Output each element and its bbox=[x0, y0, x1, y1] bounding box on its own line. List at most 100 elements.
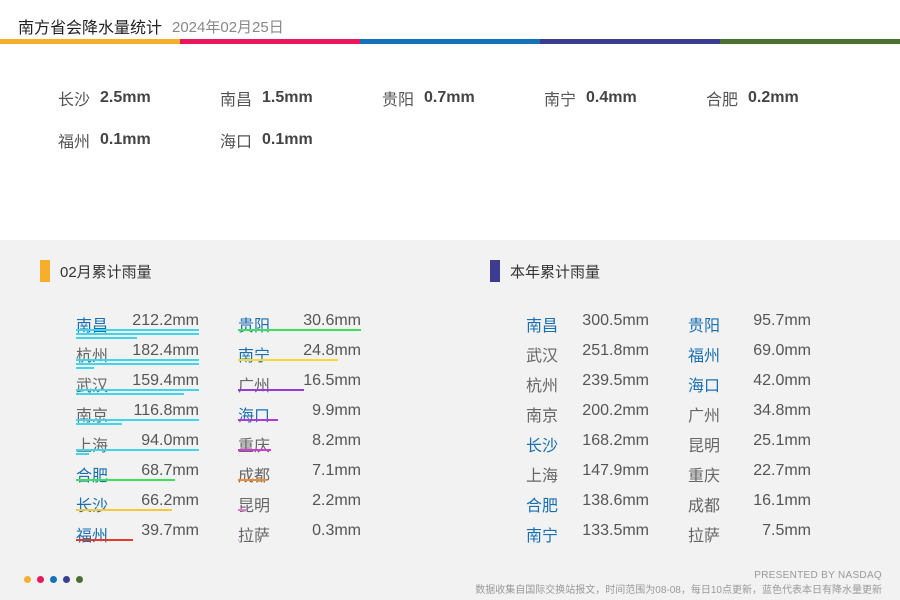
today-value: 1.5mm bbox=[262, 89, 313, 106]
color-bar-segment bbox=[360, 39, 540, 44]
today-city: 长沙 bbox=[58, 92, 91, 109]
today-item: 南宁 0.4mm bbox=[544, 86, 637, 110]
rain-city: 重庆 bbox=[688, 468, 721, 485]
rain-value: 147.9mm bbox=[582, 462, 649, 479]
rain-row: 贵阳 95.7mm bbox=[688, 309, 821, 335]
today-value: 2.5mm bbox=[100, 89, 151, 106]
rain-city: 广州 bbox=[238, 378, 271, 395]
today-item: 合肥 0.2mm bbox=[706, 86, 799, 110]
rain-value: 16.5mm bbox=[303, 372, 361, 389]
rain-value: 7.5mm bbox=[762, 522, 811, 539]
rain-row: 拉萨 7.5mm bbox=[688, 519, 821, 545]
rain-city: 成都 bbox=[238, 468, 271, 485]
rain-row: 南京 116.8mm bbox=[76, 399, 209, 425]
rain-row: 海口 42.0mm bbox=[688, 369, 821, 395]
rain-value: 182.4mm bbox=[132, 342, 199, 359]
rain-bar bbox=[238, 479, 267, 481]
rain-row: 昆明 25.1mm bbox=[688, 429, 821, 455]
rain-value: 42.0mm bbox=[753, 372, 811, 389]
rain-value: 251.8mm bbox=[582, 342, 649, 359]
rain-bar bbox=[76, 333, 199, 335]
rain-city: 昆明 bbox=[238, 498, 271, 515]
color-dot bbox=[37, 576, 44, 583]
rain-value: 95.7mm bbox=[753, 312, 811, 329]
rain-city: 重庆 bbox=[238, 438, 271, 455]
rain-row: 南京 200.2mm bbox=[526, 399, 659, 425]
rain-row: 拉萨 0.3mm bbox=[238, 519, 371, 545]
rain-bar bbox=[76, 389, 199, 391]
rain-city: 昆明 bbox=[688, 438, 721, 455]
rain-city: 拉萨 bbox=[238, 528, 271, 545]
page-date: 2024年02月25日 bbox=[172, 19, 284, 36]
today-value: 0.7mm bbox=[424, 89, 475, 106]
color-bar-segment bbox=[720, 39, 900, 44]
rain-row: 上海 94.0mm bbox=[76, 429, 209, 455]
rain-row: 合肥 138.6mm bbox=[526, 489, 659, 515]
rain-bar bbox=[76, 539, 134, 541]
rain-row: 贵阳 30.6mm bbox=[238, 309, 371, 335]
rain-value: 30.6mm bbox=[303, 312, 361, 329]
rain-row: 成都 7.1mm bbox=[238, 459, 371, 485]
rain-value: 159.4mm bbox=[132, 372, 199, 389]
today-value: 0.1mm bbox=[262, 131, 313, 148]
header: 南方省会降水量统计 2024年02月25日 bbox=[0, 0, 900, 46]
rain-value: 22.7mm bbox=[753, 462, 811, 479]
color-bar-segment bbox=[0, 39, 180, 44]
today-value: 0.1mm bbox=[100, 131, 151, 148]
yearly-section-title: 本年累计雨量 bbox=[490, 260, 600, 282]
rain-city: 长沙 bbox=[526, 438, 559, 455]
rain-bar bbox=[238, 539, 240, 541]
rain-bar bbox=[76, 453, 90, 455]
today-city: 合肥 bbox=[706, 92, 739, 109]
today-city: 南昌 bbox=[220, 92, 253, 109]
rain-row: 长沙 66.2mm bbox=[76, 489, 209, 515]
rain-bar bbox=[76, 419, 199, 421]
rain-row: 南宁 133.5mm bbox=[526, 519, 659, 545]
rain-row: 长沙 168.2mm bbox=[526, 429, 659, 455]
rain-value: 66.2mm bbox=[141, 492, 199, 509]
color-dots bbox=[24, 576, 83, 583]
rain-value: 168.2mm bbox=[582, 432, 649, 449]
today-item: 福州 0.1mm bbox=[58, 128, 151, 152]
today-city: 贵阳 bbox=[382, 92, 415, 109]
rain-bar bbox=[76, 329, 199, 331]
rain-bar bbox=[76, 479, 176, 481]
rain-bar bbox=[76, 449, 199, 451]
rain-bar bbox=[76, 363, 199, 365]
color-bar-segment bbox=[180, 39, 360, 44]
rain-value: 69.0mm bbox=[753, 342, 811, 359]
rain-bar bbox=[76, 393, 184, 395]
rain-city: 南京 bbox=[526, 408, 559, 425]
today-item: 长沙 2.5mm bbox=[58, 86, 151, 110]
rain-value: 116.8mm bbox=[133, 402, 199, 419]
rain-row: 福州 39.7mm bbox=[76, 519, 209, 545]
color-bar bbox=[0, 39, 900, 44]
today-precipitation: 长沙 2.5mm 南昌 1.5mm 贵阳 0.7mm 南宁 0.4mm 合肥 0.2mm 福州 0.1… bbox=[0, 46, 900, 240]
today-city: 南宁 bbox=[544, 92, 577, 109]
today-item: 南昌 1.5mm bbox=[220, 86, 313, 110]
rain-row: 重庆 8.2mm bbox=[238, 429, 371, 455]
rain-bar bbox=[238, 419, 278, 421]
rain-value: 9.9mm bbox=[312, 402, 361, 419]
rain-value: 200.2mm bbox=[582, 402, 649, 419]
rain-value: 133.5mm bbox=[582, 522, 649, 539]
rain-city: 福州 bbox=[76, 528, 109, 545]
rain-row: 昆明 2.2mm bbox=[238, 489, 371, 515]
monthly-marker bbox=[40, 260, 50, 282]
rain-city: 合肥 bbox=[76, 468, 109, 485]
rain-value: 239.5mm bbox=[582, 372, 649, 389]
yearly-marker bbox=[490, 260, 500, 282]
rain-bar bbox=[238, 329, 361, 331]
rain-bar bbox=[76, 359, 199, 361]
rain-row: 海口 9.9mm bbox=[238, 399, 371, 425]
rain-row: 广州 16.5mm bbox=[238, 369, 371, 395]
page-title: 南方省会降水量统计 bbox=[18, 20, 163, 37]
rain-city: 南宁 bbox=[238, 348, 271, 365]
rain-city: 杭州 bbox=[526, 378, 559, 395]
rain-row: 成都 16.1mm bbox=[688, 489, 821, 515]
color-dot bbox=[63, 576, 70, 583]
rain-bar bbox=[238, 509, 247, 511]
rain-value: 16.1mm bbox=[753, 492, 811, 509]
color-dot bbox=[50, 576, 57, 583]
rain-row: 南宁 24.8mm bbox=[238, 339, 371, 365]
